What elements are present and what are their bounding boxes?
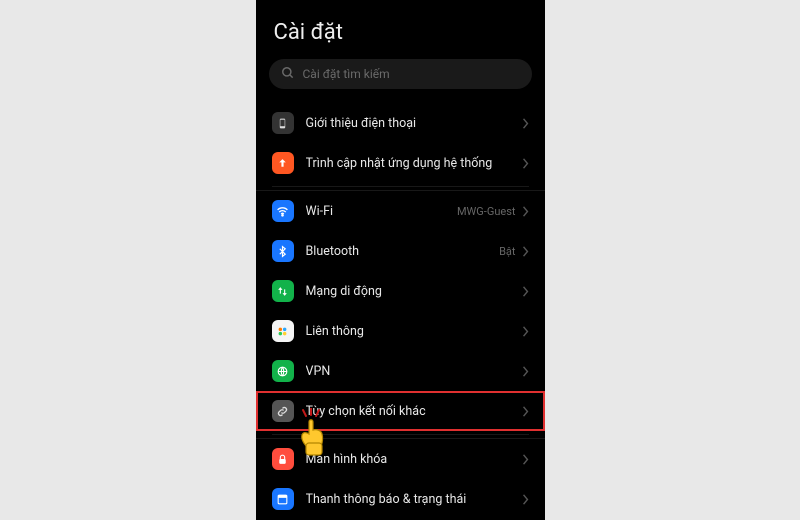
arrow-up-icon bbox=[272, 152, 294, 174]
row-value: MWG-Guest bbox=[457, 205, 516, 218]
settings-row-statusbar[interactable]: Thanh thông báo & trạng thái bbox=[256, 479, 545, 519]
settings-row-lockscreen[interactable]: Màn hình khóa bbox=[256, 439, 545, 479]
search-placeholder: Cài đặt tìm kiếm bbox=[303, 67, 390, 81]
settings-row-other-conn[interactable]: Tùy chọn kết nối khác bbox=[256, 391, 545, 431]
settings-screen: Cài đặt Cài đặt tìm kiếm Giới thiệu điện… bbox=[256, 0, 545, 520]
settings-row-bluetooth[interactable]: BluetoothBật bbox=[256, 231, 545, 271]
search-icon bbox=[281, 65, 295, 84]
lock-icon bbox=[272, 448, 294, 470]
row-label: Tùy chọn kết nối khác bbox=[306, 404, 522, 419]
chevron-right-icon bbox=[522, 286, 529, 297]
row-label: Wi-Fi bbox=[306, 204, 457, 219]
link-icon bbox=[272, 400, 294, 422]
chevron-right-icon bbox=[522, 326, 529, 337]
row-label: Bluetooth bbox=[306, 244, 500, 259]
bluetooth-icon bbox=[272, 240, 294, 262]
chevron-right-icon bbox=[522, 118, 529, 129]
settings-list: Giới thiệu điện thoại Trình cập nhật ứng … bbox=[256, 103, 545, 519]
settings-row-interop[interactable]: Liên thông bbox=[256, 311, 545, 351]
dots-icon bbox=[272, 320, 294, 342]
chevron-right-icon bbox=[522, 454, 529, 465]
chevron-right-icon bbox=[522, 206, 529, 217]
window-icon bbox=[272, 488, 294, 510]
row-label: Mạng di động bbox=[306, 284, 522, 299]
search-input[interactable]: Cài đặt tìm kiếm bbox=[269, 59, 532, 89]
chevron-right-icon bbox=[522, 246, 529, 257]
row-label: Màn hình khóa bbox=[306, 452, 522, 467]
chevron-right-icon bbox=[522, 406, 529, 417]
settings-row-mobile-data[interactable]: Mạng di động bbox=[256, 271, 545, 311]
page-title: Cài đặt bbox=[256, 0, 545, 59]
settings-row-vpn[interactable]: VPN bbox=[256, 351, 545, 391]
row-label: Trình cập nhật ứng dụng hệ thống bbox=[306, 156, 522, 171]
settings-row-about-phone[interactable]: Giới thiệu điện thoại bbox=[256, 103, 545, 143]
row-value: Bật bbox=[499, 245, 515, 258]
wifi-icon bbox=[272, 200, 294, 222]
settings-row-wifi[interactable]: Wi-FiMWG-Guest bbox=[256, 191, 545, 231]
globe-icon bbox=[272, 360, 294, 382]
chevron-right-icon bbox=[522, 366, 529, 377]
row-label: Giới thiệu điện thoại bbox=[306, 116, 522, 131]
phone-icon bbox=[272, 112, 294, 134]
settings-row-system-update[interactable]: Trình cập nhật ứng dụng hệ thống bbox=[256, 143, 545, 183]
chevron-right-icon bbox=[522, 158, 529, 169]
chevron-right-icon bbox=[522, 494, 529, 505]
row-label: VPN bbox=[306, 364, 522, 379]
row-label: Liên thông bbox=[306, 324, 522, 339]
arrows-icon bbox=[272, 280, 294, 302]
row-label: Thanh thông báo & trạng thái bbox=[306, 492, 522, 507]
